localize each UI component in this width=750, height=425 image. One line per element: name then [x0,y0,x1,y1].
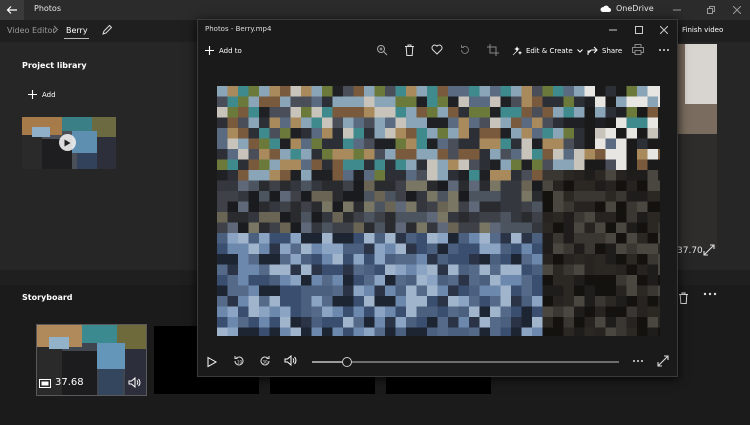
chevron-right-icon [53,25,59,34]
project-library-title: Project library [22,61,87,70]
edit-create-icon [512,46,522,56]
cloud-icon [600,5,611,12]
video-frame-icon [39,379,51,388]
crop-icon [487,44,499,56]
rename-button[interactable] [101,24,115,38]
speaker-icon [284,355,297,366]
close-icon [733,6,741,14]
heart-icon [431,44,443,55]
minimize-icon [609,29,617,30]
clip-duration: 37.68 [55,377,84,388]
breadcrumb-separator [53,25,59,34]
maximize-icon [635,25,643,34]
fast-forward-button[interactable]: 30 [258,354,272,368]
plus-icon [28,90,37,99]
viewer-maximize-button[interactable] [626,20,652,39]
preview-time-readout: 37.70 [677,246,703,256]
rewind-button[interactable]: 10 [232,354,246,368]
seek-bar[interactable] [312,361,619,363]
close-icon [660,25,668,34]
expand-icon [657,355,669,367]
playback-more-button[interactable] [632,355,644,367]
printer-icon [632,44,644,55]
edit-create-label: Edit & Create [526,47,573,55]
storyboard-title: Storyboard [22,293,73,302]
app-title: Photos [34,4,61,13]
share-label: Share [602,47,623,55]
viewer-close-button[interactable] [651,20,677,39]
share-icon [587,46,598,55]
rewind-icon: 10 [234,356,244,366]
onedrive-label: OneDrive [616,4,654,13]
back-button[interactable] [0,0,24,20]
video-image [217,86,660,336]
viewer-title: Photos - Berry.mp4 [205,25,272,33]
favorite-button[interactable] [431,44,445,58]
rotate-button[interactable] [459,44,473,58]
print-button[interactable] [632,44,646,58]
volume-button[interactable] [284,355,297,366]
photos-viewer-window: Photos - Berry.mp4 Add to Edit & Create … [197,19,678,377]
chevron-down-icon [576,49,583,53]
preview-fullscreen-button[interactable] [703,244,717,258]
zoom-icon [377,45,388,56]
plus-icon [205,46,214,55]
library-add-label: Add [42,90,56,99]
minimize-button[interactable] [664,0,690,20]
share-button[interactable]: Share [587,46,622,56]
minimize-icon [673,9,681,11]
project-name-underline [64,38,89,39]
play-icon [207,356,218,368]
more-icon [703,292,717,296]
finish-video-button[interactable]: Finish video [682,26,723,34]
svg-text:30: 30 [263,360,269,365]
storyboard-more-button[interactable] [703,292,719,306]
play-button[interactable] [206,356,218,368]
preview-video-frame [677,44,717,249]
crop-button[interactable] [487,44,501,58]
play-icon [64,139,71,146]
trash-icon [679,292,688,304]
onedrive-status[interactable]: OneDrive [600,4,654,13]
delete-button[interactable] [404,44,418,58]
rotate-icon [461,45,469,54]
add-to-label: Add to [219,46,242,55]
clip-volume-button[interactable] [128,377,141,388]
breadcrumb-project-name[interactable]: Berry [66,26,88,35]
maximize-button[interactable] [698,0,724,20]
pencil-icon [102,24,113,35]
clip-duration-icon [39,379,51,388]
storyboard-delete-button[interactable] [678,292,692,306]
library-add-button[interactable]: Add [28,90,56,99]
preview-image [677,44,717,249]
viewer-minimize-button[interactable] [600,20,626,39]
viewer-more-button[interactable] [658,44,672,58]
edit-create-button[interactable]: Edit & Create [512,46,583,56]
fullscreen-button[interactable] [657,355,669,367]
library-play-button[interactable] [59,134,76,151]
more-icon [659,49,669,51]
expand-icon [703,244,715,256]
svg-text:10: 10 [237,360,243,365]
add-to-button[interactable]: Add to [205,46,242,55]
breadcrumb-video-editor[interactable]: Video Editor [7,26,56,35]
back-arrow-icon [6,6,17,14]
restore-icon [707,6,715,14]
video-frame[interactable] [217,86,660,336]
speaker-icon [128,377,141,388]
close-button[interactable] [724,0,750,20]
zoom-button[interactable] [376,44,390,58]
seek-thumb[interactable] [342,357,353,367]
trash-icon [405,44,414,56]
forward-icon: 30 [260,356,270,366]
more-icon [633,360,643,362]
